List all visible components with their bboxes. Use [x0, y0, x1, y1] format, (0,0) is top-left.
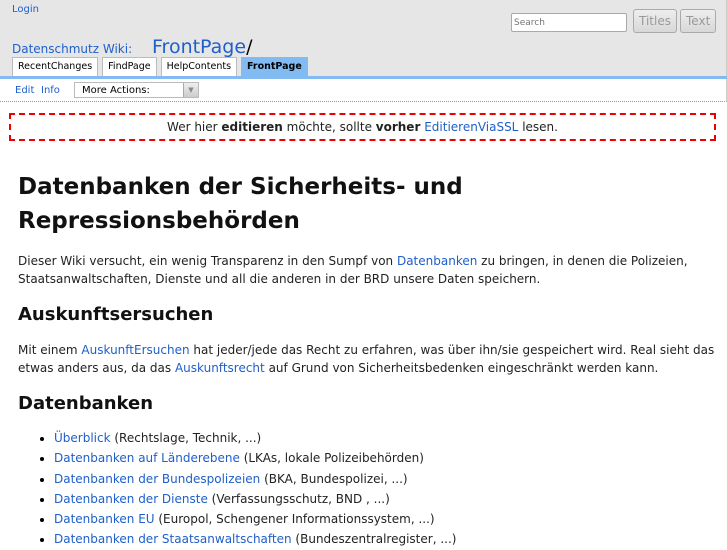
editieren-via-ssl-link[interactable]: EditierenViaSSL	[424, 120, 518, 134]
list-link[interactable]: Datenbanken der Staatsanwaltschaften	[54, 532, 292, 546]
tab-recentchanges[interactable]: RecentChanges	[12, 57, 99, 77]
tab-findpage[interactable]: FindPage	[102, 57, 157, 77]
list-link[interactable]: Datenbanken EU	[54, 512, 155, 526]
page-content: Datenbanken der Sicherheits- und Repress…	[18, 170, 718, 550]
search-input[interactable]	[511, 13, 627, 32]
list-link[interactable]: Datenbanken auf Länderebene	[54, 451, 240, 465]
page-separator: /	[246, 36, 253, 58]
list-link[interactable]: Überblick	[54, 431, 111, 445]
page-title-header: FrontPage/	[152, 36, 252, 58]
login-link[interactable]: Login	[12, 4, 39, 15]
list-item: Datenbanken der Bundespolizeien (BKA, Bu…	[54, 469, 718, 489]
info-link[interactable]: Info	[41, 85, 60, 96]
text: auf Grund von Sicherheitsbedenken einges…	[264, 361, 659, 375]
list-desc: (BKA, Bundespolizei, ...)	[260, 471, 408, 486]
notice-bold: editieren	[221, 120, 283, 134]
ssl-notice: Wer hier editieren möchte, sollte vorher…	[9, 113, 716, 141]
page-actions-bar: Edit Info More Actions: ▼	[0, 79, 727, 102]
list-item: Datenbanken der Dienste (Verfassungsschu…	[54, 489, 718, 509]
edit-link[interactable]: Edit	[15, 85, 34, 96]
list-link[interactable]: Datenbanken der Dienste	[54, 492, 208, 506]
list-desc: (Europol, Schengener Informationssystem,…	[154, 512, 435, 527]
text: Dieser Wiki versucht, ein wenig Transpar…	[18, 254, 397, 268]
list-link[interactable]: Datenbanken der Bundespolizeien	[54, 472, 260, 486]
chevron-down-icon: ▼	[183, 83, 198, 97]
auskunft-paragraph: Mit einem AuskunftErsuchen hat jeder/jed…	[18, 341, 718, 377]
wiki-name-link[interactable]: Datenschmutz Wiki:	[12, 42, 132, 56]
list-desc: (Bundeszentralregister, ...)	[291, 532, 457, 547]
notice-bold: vorher	[375, 120, 421, 134]
nav-tabs: RecentChanges FindPage HelpContents Fron…	[12, 57, 308, 77]
intro-paragraph: Dieser Wiki versucht, ein wenig Transpar…	[18, 252, 718, 288]
datenbanken-link[interactable]: Datenbanken	[397, 254, 477, 268]
list-item: Datenbanken auf Länderebene (LKAs, lokal…	[54, 448, 718, 468]
list-item: Datenbanken EU (Europol, Schengener Info…	[54, 509, 718, 529]
notice-text: möchte, sollte	[282, 120, 376, 134]
more-actions-label: More Actions:	[82, 85, 150, 96]
auskunftsrecht-link[interactable]: Auskunftsrecht	[175, 361, 265, 375]
list-desc: (Verfassungsschutz, BND , ...)	[207, 491, 390, 506]
tab-helpcontents[interactable]: HelpContents	[160, 57, 238, 77]
notice-text: Wer hier	[167, 120, 222, 134]
text-search-button[interactable]: Text	[680, 9, 717, 33]
notice-text: lesen.	[518, 120, 558, 134]
section-heading-auskunft: Auskunftsersuchen	[18, 304, 214, 325]
list-item: Datenbanken der Staatsanwaltschaften (Bu…	[54, 529, 718, 549]
section-heading-datenbanken: Datenbanken	[18, 393, 154, 414]
list-desc: (Rechtslage, Technik, ...)	[110, 431, 262, 445]
list-desc: (LKAs, lokale Polizeibehörden)	[239, 451, 424, 466]
text: Mit einem	[18, 343, 82, 357]
datenbanken-list: Überblick (Rechtslage, Technik, ...) Dat…	[18, 428, 718, 550]
titles-search-button[interactable]: Titles	[633, 9, 677, 33]
page-heading: Datenbanken der Sicherheits- und Repress…	[18, 174, 463, 234]
list-item: Überblick (Rechtslage, Technik, ...)	[54, 428, 718, 448]
tab-frontpage[interactable]: FrontPage	[241, 57, 308, 77]
header: Login Titles Text Datenschmutz Wiki: Fro…	[0, 0, 727, 77]
auskunft-ersuchen-link[interactable]: AuskunftErsuchen	[81, 343, 189, 357]
more-actions-select[interactable]: More Actions: ▼	[74, 82, 199, 98]
page-name-link[interactable]: FrontPage	[152, 36, 246, 58]
